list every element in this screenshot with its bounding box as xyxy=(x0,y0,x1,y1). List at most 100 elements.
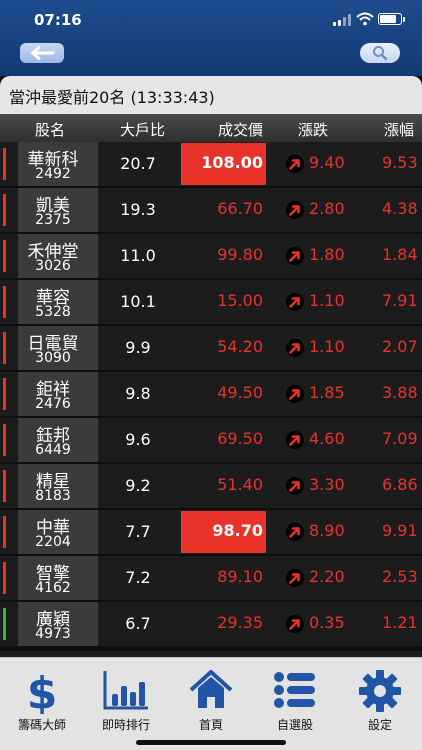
list-title-bar: 當沖最愛前20名 (13:33:43) xyxy=(0,76,422,114)
major-holder-ratio: 7.2 xyxy=(125,568,151,587)
tab-label: 首頁 xyxy=(198,718,223,732)
tab-home[interactable]: 首頁 xyxy=(169,668,253,732)
major-holder-ratio: 6.7 xyxy=(125,614,151,633)
major-holder-ratio: 9.2 xyxy=(125,476,151,495)
stock-list: 華新科 2492 20.7 108.00 9.40 9.53 凱美 2375 19.3 66.70… xyxy=(0,142,422,655)
cellular-signal-icon xyxy=(333,14,353,26)
percent-change-value: 1.84 xyxy=(382,245,418,264)
stock-code: 5328 xyxy=(35,304,71,320)
list-item[interactable]: 華新科 2492 20.7 108.00 9.40 9.53 xyxy=(0,142,422,186)
stock-code: 3090 xyxy=(35,350,71,366)
candle-indicator xyxy=(3,332,6,364)
list-item[interactable]: 鈺邦 6449 9.6 69.50 4.60 7.09 xyxy=(0,418,422,462)
major-holder-ratio: 19.3 xyxy=(120,200,156,219)
tab-label: 籌碼大師 xyxy=(17,718,66,732)
change-value: 9.40 xyxy=(309,153,345,172)
stock-code: 4973 xyxy=(35,626,71,642)
price-value: 49.50 xyxy=(217,383,263,402)
up-arrow-icon xyxy=(286,201,304,219)
candle-indicator xyxy=(3,240,6,272)
column-header-price[interactable]: 成交價 xyxy=(218,119,263,140)
list-item[interactable]: 日電貿 3090 9.9 54.20 1.10 2.07 xyxy=(0,326,422,370)
stock-code: 2476 xyxy=(35,396,71,412)
price-value: 15.00 xyxy=(217,291,263,310)
price-value: 69.50 xyxy=(217,429,263,448)
candle-indicator xyxy=(3,470,6,502)
stock-code: 2375 xyxy=(35,212,71,228)
percent-change-value: 7.09 xyxy=(382,429,418,448)
tab-label: 設定 xyxy=(367,718,392,732)
stock-code: 2204 xyxy=(35,534,71,550)
list-item[interactable]: 中華 2204 7.7 98.70 8.90 9.91 xyxy=(0,510,422,554)
price-value: 99.80 xyxy=(217,245,263,264)
candle-indicator xyxy=(3,562,6,594)
tab-chip-master[interactable]: $ 籌碼大師 xyxy=(0,668,84,732)
list-item[interactable]: 鉅祥 2476 9.8 49.50 1.85 3.88 xyxy=(0,372,422,416)
percent-change-value: 9.91 xyxy=(382,521,418,540)
home-indicator xyxy=(136,740,286,745)
change-value: 1.10 xyxy=(309,337,345,356)
list-icon xyxy=(274,672,315,708)
percent-change-value: 1.21 xyxy=(382,613,418,632)
status-time: 07:16 xyxy=(34,11,82,29)
major-holder-ratio: 20.7 xyxy=(120,154,156,173)
back-arrow-icon xyxy=(31,46,55,60)
list-item[interactable]: 禾伸堂 3026 11.0 99.80 1.80 1.84 xyxy=(0,234,422,278)
column-header-change[interactable]: 漲跌 xyxy=(298,119,328,140)
change-value: 3.30 xyxy=(309,475,345,494)
candle-indicator xyxy=(3,608,6,640)
wifi-icon xyxy=(356,12,374,26)
bar-chart-icon xyxy=(103,671,148,710)
list-item[interactable]: 智擎 4162 7.2 89.10 2.20 2.53 xyxy=(0,556,422,600)
stock-name-cell: 華新科 2492 xyxy=(18,142,98,186)
major-holder-ratio: 9.8 xyxy=(125,384,151,403)
back-button[interactable] xyxy=(20,43,64,63)
tab-settings[interactable]: 設定 xyxy=(338,668,422,732)
stock-code: 4162 xyxy=(35,580,71,596)
tab-label: 自選股 xyxy=(276,718,313,732)
price-value: 66.70 xyxy=(217,199,263,218)
change-value: 1.80 xyxy=(309,245,345,264)
svg-text:$: $ xyxy=(27,668,58,714)
candle-indicator xyxy=(3,378,6,410)
stock-name-cell: 精星 8183 xyxy=(18,464,98,508)
up-arrow-icon xyxy=(286,523,304,541)
list-item[interactable]: 廣穎 4973 6.7 29.35 0.35 1.21 xyxy=(0,602,422,646)
price-value: 89.10 xyxy=(217,567,263,586)
list-item[interactable]: 凱美 2375 19.3 66.70 2.80 4.38 xyxy=(0,188,422,232)
up-arrow-icon xyxy=(286,431,304,449)
tab-watchlist[interactable]: 自選股 xyxy=(253,668,337,732)
major-holder-ratio: 9.6 xyxy=(125,430,151,449)
percent-change-value: 6.86 xyxy=(382,475,418,494)
price-value: 108.00 xyxy=(201,153,263,172)
stock-name-cell: 日電貿 3090 xyxy=(18,326,98,370)
stock-code: 2492 xyxy=(35,166,71,182)
candle-indicator xyxy=(3,424,6,456)
stock-name-cell: 鉅祥 2476 xyxy=(18,372,98,416)
column-header-percent[interactable]: 漲幅 xyxy=(384,119,414,140)
change-value: 2.80 xyxy=(309,199,345,218)
column-header-name[interactable]: 股名 xyxy=(35,119,65,140)
percent-change-value: 2.07 xyxy=(382,337,418,356)
column-header-ratio[interactable]: 大戶比 xyxy=(120,119,165,140)
change-value: 0.35 xyxy=(309,613,345,632)
stock-name-cell: 鈺邦 6449 xyxy=(18,418,98,462)
dollar-icon: $ xyxy=(27,668,58,714)
stock-code: 8183 xyxy=(35,488,71,504)
list-item[interactable]: 華容 5328 10.1 15.00 1.10 7.91 xyxy=(0,280,422,324)
change-value: 1.85 xyxy=(309,383,345,402)
tab-realtime-ranking[interactable]: 即時排行 xyxy=(84,668,168,732)
tab-label: 即時排行 xyxy=(101,718,150,732)
stock-name-cell: 禾伸堂 3026 xyxy=(18,234,98,278)
up-arrow-icon xyxy=(286,247,304,265)
price-value: 54.20 xyxy=(217,337,263,356)
search-icon xyxy=(373,46,388,61)
up-arrow-icon xyxy=(286,293,304,311)
battery-icon xyxy=(378,13,405,25)
candle-indicator xyxy=(3,286,6,318)
up-arrow-icon xyxy=(286,339,304,357)
list-item[interactable]: 精星 8183 9.2 51.40 3.30 6.86 xyxy=(0,464,422,508)
up-arrow-icon xyxy=(286,477,304,495)
change-value: 4.60 xyxy=(309,429,345,448)
search-button[interactable] xyxy=(360,43,400,63)
